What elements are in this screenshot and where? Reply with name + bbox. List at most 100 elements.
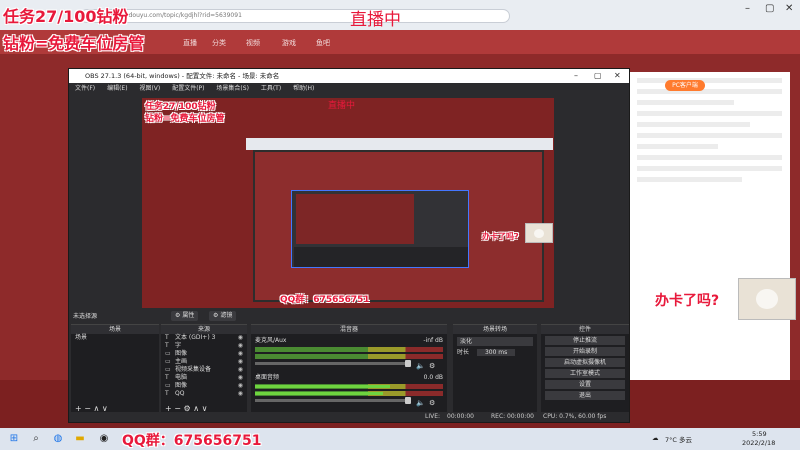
scene-item[interactable]: 场景 bbox=[71, 334, 159, 342]
close-icon[interactable]: ✕ bbox=[785, 3, 793, 14]
obs-title: OBS 27.1.3 (64-bit, windows) - 配置文件: 未命名… bbox=[85, 72, 280, 80]
virtual-camera-button[interactable]: 启动虚拟摄像机 bbox=[545, 358, 625, 367]
menu-profile[interactable]: 配置文件(P) bbox=[172, 85, 204, 92]
menu-tools[interactable]: 工具(T) bbox=[261, 85, 281, 92]
maximize-icon[interactable]: ▢ bbox=[594, 69, 602, 83]
duration-input[interactable]: 300 ms bbox=[476, 349, 516, 356]
source-item[interactable]: T 电脑 ◉ bbox=[161, 374, 247, 382]
text-icon: T bbox=[165, 390, 169, 397]
eye-icon[interactable]: ◉ bbox=[238, 342, 243, 350]
gear-icon[interactable]: ⚙ bbox=[429, 399, 435, 407]
transitions-header: 场景转场 bbox=[453, 325, 537, 334]
source-item[interactable]: T 文本 (GDI+) 3 ◉ bbox=[161, 334, 247, 342]
folder-icon[interactable]: ▬ bbox=[74, 433, 86, 445]
cat-image bbox=[525, 223, 553, 243]
menu-scene-collection[interactable]: 场景集合(S) bbox=[216, 85, 249, 92]
nested-obs-window bbox=[291, 190, 469, 268]
menu-view[interactable]: 视图(V) bbox=[139, 85, 160, 92]
weather-text[interactable]: 7°C 多云 bbox=[665, 434, 692, 444]
text-icon: T bbox=[165, 342, 169, 349]
mixer-channel-label: 麦克风/Aux -inf dB bbox=[255, 337, 443, 344]
volume-slider[interactable] bbox=[255, 360, 411, 367]
preview-browser-bar bbox=[246, 138, 553, 150]
text-icon: T bbox=[165, 374, 169, 381]
preview-live-text: 直播中 bbox=[328, 101, 356, 111]
source-item[interactable]: ▭ 主画 ◉ bbox=[161, 358, 247, 366]
source-item[interactable]: ▭ 视频采集设备 ◉ bbox=[161, 366, 247, 374]
menu-file[interactable]: 文件(F) bbox=[75, 85, 95, 92]
rec-time: 00:00:00 bbox=[507, 413, 534, 420]
close-icon[interactable]: ✕ bbox=[614, 69, 621, 83]
source-item[interactable]: T 字 ◉ bbox=[161, 342, 247, 350]
filter-icon: ⚙ bbox=[213, 312, 219, 319]
weather-icon[interactable]: ☁ bbox=[652, 434, 659, 442]
settings-button[interactable]: 设置 bbox=[545, 380, 625, 389]
controls-header: 控件 bbox=[541, 325, 629, 334]
start-recording-button[interactable]: 开始录制 bbox=[545, 347, 625, 356]
cat-image bbox=[738, 278, 796, 320]
nav-item[interactable]: 分类 bbox=[212, 38, 226, 48]
eye-icon[interactable]: ◉ bbox=[238, 374, 243, 382]
sources-dock: 来源 T 文本 (GDI+) 3 ◉ T 字 ◉ ▭ 图像 ◉ ▭ 主画 ◉ ▭ 视频采集设备 ◉ … bbox=[161, 324, 247, 414]
exit-button[interactable]: 退出 bbox=[545, 391, 625, 400]
question-overlay-text: 办卡了吗? bbox=[655, 293, 720, 309]
eye-icon[interactable]: ◉ bbox=[238, 334, 243, 342]
qq-overlay-text: QQ群：675656751 bbox=[122, 433, 262, 449]
clock-time[interactable]: 5:59 bbox=[752, 430, 767, 438]
menu-help[interactable]: 帮助(H) bbox=[293, 85, 314, 92]
eye-icon[interactable]: ◉ bbox=[238, 358, 243, 366]
scenes-header: 场景 bbox=[71, 325, 159, 334]
obs-preview[interactable]: 任务27/100钻粉 钻粉=免费车位房管 直播中 办卡了吗? QQ群：67565… bbox=[142, 98, 554, 308]
eye-icon[interactable]: ◉ bbox=[238, 390, 243, 398]
speaker-icon[interactable]: 🔈 bbox=[416, 362, 425, 370]
clock-date[interactable]: 2022/2/18 bbox=[742, 439, 775, 447]
mixer-channel-label: 桌面音频 0.0 dB bbox=[255, 374, 443, 381]
nav-item[interactable]: 视频 bbox=[246, 38, 260, 48]
filters-label: 滤镜 bbox=[220, 312, 233, 319]
audio-meter bbox=[255, 354, 443, 359]
studio-mode-button[interactable]: 工作室模式 bbox=[545, 369, 625, 378]
audio-meter bbox=[255, 347, 443, 352]
obs-titlebar: OBS 27.1.3 (64-bit, windows) - 配置文件: 未命名… bbox=[69, 69, 629, 83]
filters-button[interactable]: ⚙ 滤镜 bbox=[209, 311, 237, 321]
source-item[interactable]: ▭ 图像 ◉ bbox=[161, 350, 247, 358]
no-source-label: 未选择源 bbox=[73, 313, 98, 320]
minimize-icon[interactable]: – bbox=[574, 69, 578, 83]
windows-start-icon[interactable]: ⊞ bbox=[8, 433, 20, 445]
obs-icon[interactable]: ◉ bbox=[98, 433, 110, 445]
scenes-dock: 场景 场景 + − ∧ ∨ bbox=[71, 324, 159, 414]
nav-item[interactable]: 直播 bbox=[183, 38, 197, 48]
nav-item[interactable]: 游戏 bbox=[282, 38, 296, 48]
search-icon[interactable]: ⌕ bbox=[30, 433, 42, 445]
task-overlay-text: 任务27/100钻粉 bbox=[3, 7, 129, 26]
edge-icon[interactable]: ◍ bbox=[52, 433, 64, 445]
eye-icon[interactable]: ◉ bbox=[238, 350, 243, 358]
source-item[interactable]: ▭ 图像 ◉ bbox=[161, 382, 247, 390]
text-icon: T bbox=[165, 334, 169, 341]
obs-window: OBS 27.1.3 (64-bit, windows) - 配置文件: 未命名… bbox=[68, 68, 630, 423]
volume-slider[interactable] bbox=[255, 397, 411, 404]
transitions-dock: 场景转场 淡化 时长 300 ms bbox=[453, 324, 537, 414]
maximize-icon[interactable]: ▢ bbox=[765, 3, 774, 14]
pc-client-button[interactable]: PC客户端 bbox=[665, 80, 705, 91]
mixer-dock: 混音器 麦克风/Aux -inf dB 🔈 ⚙ 桌面音频 0.0 dB 🔈 ⚙ bbox=[251, 324, 447, 414]
stop-streaming-button[interactable]: 停止推流 bbox=[545, 336, 625, 345]
menu-edit[interactable]: 编辑(E) bbox=[107, 85, 127, 92]
transition-duration: 时长 300 ms bbox=[453, 349, 537, 357]
preview-fan-text: 钻粉=免费车位房管 bbox=[145, 114, 225, 124]
cpu-stats: CPU: 0.7%, 60.00 fps bbox=[543, 413, 607, 420]
minimize-icon[interactable]: – bbox=[745, 3, 750, 14]
properties-label: 属性 bbox=[182, 312, 195, 319]
mixer-header: 混音器 bbox=[251, 325, 447, 334]
address-bar[interactable]: https://www.douyu.com/topic/kgdjhl?rid=5… bbox=[80, 9, 510, 23]
transition-select[interactable]: 淡化 bbox=[457, 337, 533, 346]
eye-icon[interactable]: ◉ bbox=[238, 382, 243, 390]
gear-icon[interactable]: ⚙ bbox=[429, 362, 435, 370]
speaker-icon[interactable]: 🔈 bbox=[416, 399, 425, 407]
properties-button[interactable]: ⚙ 属性 bbox=[171, 311, 199, 321]
source-item[interactable]: T QQ ◉ bbox=[161, 390, 247, 398]
eye-icon[interactable]: ◉ bbox=[238, 366, 243, 374]
nav-item[interactable]: 鱼吧 bbox=[316, 38, 330, 48]
live-time: 00:00:00 bbox=[447, 413, 474, 420]
preview-nested-capture bbox=[253, 150, 544, 302]
